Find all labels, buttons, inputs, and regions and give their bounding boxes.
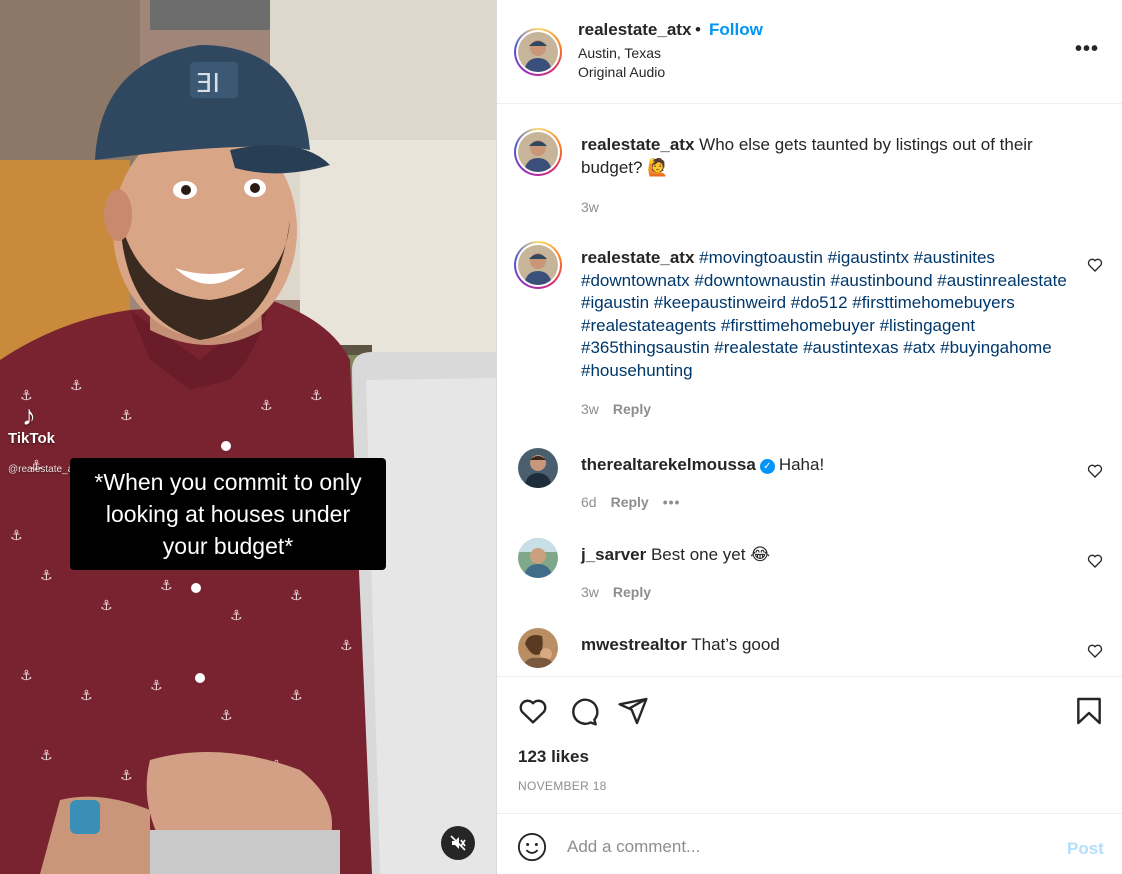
video-caption: *When you commit to only looking at hous… (70, 458, 386, 570)
caption-line: your budget* (162, 533, 294, 559)
author-photo (518, 132, 558, 172)
comment-meta: 3w (581, 199, 599, 215)
like-comment-heart-icon[interactable] (1087, 257, 1103, 273)
svg-text:⚓: ⚓ (20, 668, 33, 684)
comment-body: Haha! (778, 455, 825, 474)
comment-username[interactable]: realestate_atx (581, 248, 694, 267)
comment-username[interactable]: realestate_atx (581, 135, 694, 154)
like-comment-heart-icon[interactable] (1087, 643, 1103, 659)
comment-text: realestate_atx Who else gets taunted by … (581, 134, 1069, 179)
comment-time[interactable]: 3w (581, 584, 599, 600)
comment-text: therealtarekelmoussa ✓ Haha! (581, 454, 1069, 477)
comment-meta: 3w Reply (581, 401, 651, 417)
tiktok-watermark: ♪ TikTok (8, 400, 55, 448)
author-avatar[interactable] (514, 28, 562, 76)
comment-username[interactable]: therealtarekelmoussa (581, 455, 756, 474)
svg-text:⚓: ⚓ (40, 568, 53, 584)
author-photo (518, 32, 558, 72)
comment-options-icon[interactable]: ••• (663, 494, 681, 510)
svg-text:⚓: ⚓ (70, 378, 83, 394)
svg-text:⚓: ⚓ (220, 708, 233, 724)
like-comment-heart-icon[interactable] (1087, 463, 1103, 479)
svg-text:⚓: ⚓ (150, 678, 163, 694)
commenter-photo (518, 448, 558, 488)
comment-bubble-icon[interactable] (567, 695, 599, 727)
reply-button[interactable]: Reply (613, 584, 651, 600)
instagram-post-modal: ⚓⚓⚓⚓⚓ ⚓⚓⚓⚓ ⚓⚓⚓⚓ ⚓⚓⚓⚓ ⚓⚓⚓⚓ ⚓⚓ (0, 0, 1122, 874)
svg-text:⚓: ⚓ (40, 748, 53, 764)
comment-meta: 3w Reply (581, 584, 651, 600)
hashtag-list[interactable]: #movingtoaustin #igaustintx #austinites … (581, 248, 1067, 380)
like-comment-heart-icon[interactable] (1087, 553, 1103, 569)
author-photo (518, 245, 558, 285)
tiktok-logo-icon: ♪ (22, 400, 36, 431)
comment-text: mwestrealtor That’s good (581, 634, 1069, 657)
post-date[interactable]: NOVEMBER 18 (518, 779, 607, 793)
post-header: realestate_atx • Follow Austin, Texas Or… (497, 0, 1122, 104)
commenter-photo (518, 628, 558, 668)
svg-text:⚓: ⚓ (160, 578, 173, 594)
like-heart-icon[interactable] (517, 695, 549, 727)
comment-text: j_sarver Best one yet 😂 (581, 544, 1069, 567)
mute-button[interactable] (441, 826, 475, 860)
verified-badge-icon: ✓ (759, 459, 775, 474)
comment-body: Best one yet 😂 (646, 545, 771, 564)
svg-text:⚓: ⚓ (100, 598, 113, 614)
audio-link[interactable]: Original Audio (578, 64, 665, 80)
comment-username[interactable]: j_sarver (581, 545, 646, 564)
comments-list[interactable]: realestate_atx Who else gets taunted by … (497, 105, 1122, 675)
post-actions: 123 likes NOVEMBER 18 (497, 676, 1122, 814)
separator-dot: • (695, 20, 701, 39)
svg-text:⚓: ⚓ (260, 398, 273, 414)
video-frame: ⚓⚓⚓⚓⚓ ⚓⚓⚓⚓ ⚓⚓⚓⚓ ⚓⚓⚓⚓ ⚓⚓⚓⚓ ⚓⚓ (0, 0, 496, 874)
svg-text:⚓: ⚓ (340, 638, 353, 654)
svg-text:⚓: ⚓ (120, 768, 133, 784)
svg-text:⚓: ⚓ (290, 688, 303, 704)
comment-input[interactable] (567, 834, 1037, 860)
commenter-avatar[interactable] (518, 628, 558, 668)
commenter-photo (518, 538, 558, 578)
comment-text: realestate_atx #movingtoaustin #igaustin… (581, 247, 1069, 382)
tiktok-brand: TikTok (8, 430, 55, 447)
post-comment-button[interactable]: Post (1067, 839, 1104, 859)
comment-composer: Post (497, 815, 1122, 874)
svg-text:⚓: ⚓ (120, 408, 133, 424)
reply-button[interactable]: Reply (611, 494, 649, 510)
comment-time[interactable]: 3w (581, 199, 599, 215)
comment-username[interactable]: mwestrealtor (581, 635, 687, 654)
svg-text:⚓: ⚓ (10, 528, 23, 544)
comment-time[interactable]: 3w (581, 401, 599, 417)
speaker-muted-icon (450, 835, 466, 851)
likes-count[interactable]: 123 likes (518, 747, 589, 767)
location-link[interactable]: Austin, Texas (578, 45, 661, 61)
post-video[interactable]: ⚓⚓⚓⚓⚓ ⚓⚓⚓⚓ ⚓⚓⚓⚓ ⚓⚓⚓⚓ ⚓⚓⚓⚓ ⚓⚓ (0, 0, 496, 874)
svg-text:⚓: ⚓ (290, 588, 303, 604)
svg-text:ƎI: ƎI (196, 69, 220, 99)
caption-line: *When you commit to only (94, 469, 362, 495)
caption-line: looking at houses under (105, 501, 351, 527)
svg-text:⚓: ⚓ (230, 608, 243, 624)
commenter-avatar[interactable] (518, 448, 558, 488)
author-username[interactable]: realestate_atx (578, 20, 691, 40)
svg-text:⚓: ⚓ (310, 388, 323, 404)
commenter-avatar[interactable] (518, 538, 558, 578)
comment-body: That’s good (686, 635, 780, 654)
save-bookmark-icon[interactable] (1073, 695, 1105, 727)
more-options-icon[interactable]: ••• (1075, 38, 1099, 61)
share-paper-plane-icon[interactable] (617, 695, 649, 727)
commenter-avatar[interactable] (514, 128, 562, 176)
comment-meta: 6d Reply ••• (581, 494, 680, 510)
follow-button[interactable]: Follow (709, 20, 763, 40)
reply-button[interactable]: Reply (613, 401, 651, 417)
comment-time[interactable]: 6d (581, 494, 597, 510)
commenter-avatar[interactable] (514, 241, 562, 289)
emoji-smiley-icon[interactable] (517, 832, 547, 862)
post-side-panel: realestate_atx • Follow Austin, Texas Or… (496, 0, 1122, 874)
svg-text:⚓: ⚓ (80, 688, 93, 704)
